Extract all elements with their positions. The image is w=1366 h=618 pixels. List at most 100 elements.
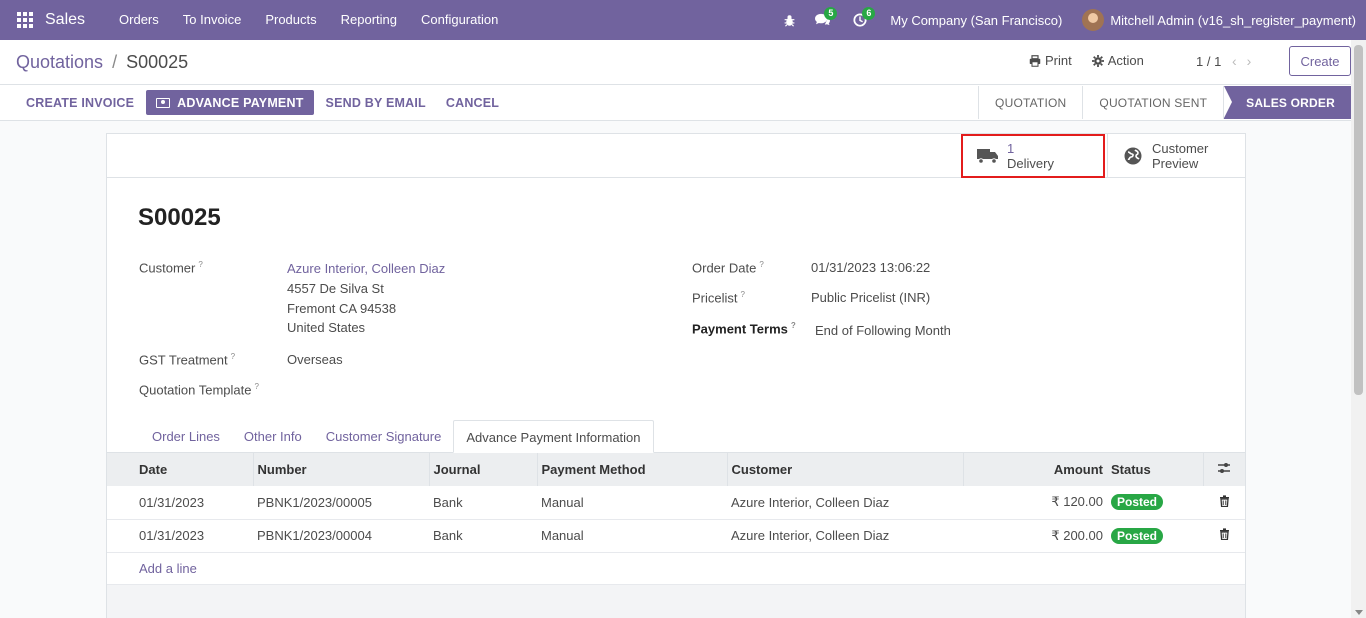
stage-quotation-sent[interactable]: QUOTATION SENT xyxy=(1082,86,1223,119)
form-sheet: 1 Delivery Customer Preview S00025 Custo… xyxy=(106,133,1246,618)
page-scrollbar[interactable] xyxy=(1351,40,1366,618)
sheet-bottom-area xyxy=(107,585,1245,618)
cell-amount: ₹ 120.00 xyxy=(963,486,1107,520)
truck-icon xyxy=(977,148,999,164)
menu-products[interactable]: Products xyxy=(253,0,328,40)
pricelist-value[interactable]: Public Pricelist (INR) xyxy=(811,290,930,305)
delivery-count: 1 xyxy=(1007,141,1015,156)
delete-row-icon[interactable] xyxy=(1203,486,1245,520)
add-a-line-link[interactable]: Add a line xyxy=(139,561,197,576)
advance-payment-label: ADVANCE PAYMENT xyxy=(177,95,304,110)
optional-columns-icon[interactable] xyxy=(1202,453,1245,486)
gst-treatment-value[interactable]: Overseas xyxy=(287,352,343,367)
pager-value[interactable]: 1 / 1 xyxy=(1196,54,1221,69)
preview-line1: Customer xyxy=(1152,141,1209,156)
pager-next-icon[interactable]: › xyxy=(1247,53,1252,69)
pager-nav: ‹ › xyxy=(1232,53,1251,69)
advance-payments-table: Date Number Journal Payment Method Custo… xyxy=(107,453,1245,585)
cell-method: Manual xyxy=(537,486,727,520)
app-name[interactable]: Sales xyxy=(45,11,85,29)
print-button[interactable]: Print xyxy=(1029,53,1072,68)
stage-sales-order[interactable]: SALES ORDER xyxy=(1223,86,1351,119)
delete-row-icon[interactable] xyxy=(1203,519,1245,553)
tab-customer-signature[interactable]: Customer Signature xyxy=(314,420,454,453)
navbar-systray: 5 6 My Company (San Francisco) Mitchell … xyxy=(783,0,1366,40)
notebook-tabs: Order Lines Other Info Customer Signatur… xyxy=(140,420,654,453)
address-line2: Fremont CA 94538 xyxy=(287,301,397,316)
print-icon xyxy=(1029,54,1041,67)
help-mark: ? xyxy=(790,321,796,330)
cell-customer: Azure Interior, Colleen Diaz xyxy=(727,486,963,520)
messages-badge: 5 xyxy=(824,7,838,20)
col-status[interactable]: Status xyxy=(1107,453,1203,486)
help-mark: ? xyxy=(740,290,745,299)
quotation-template-label: Quotation Template? xyxy=(139,382,259,398)
tab-advance-payment-information[interactable]: Advance Payment Information xyxy=(453,420,654,453)
help-mark: ? xyxy=(254,382,259,391)
breadcrumb: Quotations / S00025 xyxy=(16,52,188,73)
create-button[interactable]: Create xyxy=(1289,46,1351,76)
help-mark: ? xyxy=(198,260,203,269)
payment-terms-label: Payment Terms? xyxy=(692,321,796,337)
delivery-smart-button[interactable]: 1 Delivery xyxy=(961,134,1105,178)
gst-treatment-label: GST Treatment? xyxy=(139,352,236,368)
cell-date: 01/31/2023 xyxy=(107,519,253,553)
delivery-label: Delivery xyxy=(1007,156,1054,171)
messages-icon[interactable]: 5 xyxy=(814,0,838,40)
menu-to-invoice[interactable]: To Invoice xyxy=(171,0,254,40)
cell-status: Posted xyxy=(1107,519,1203,553)
apps-menu-icon[interactable] xyxy=(17,12,33,28)
table-row[interactable]: 01/31/2023 PBNK1/2023/00005 Bank Manual … xyxy=(107,486,1245,520)
cancel-button[interactable]: CANCEL xyxy=(436,90,509,115)
cell-customer: Azure Interior, Colleen Diaz xyxy=(727,519,963,553)
gear-icon xyxy=(1091,54,1104,67)
advance-payment-button[interactable]: ADVANCE PAYMENT xyxy=(146,90,314,115)
money-icon xyxy=(156,97,171,108)
preview-line2: Preview xyxy=(1152,156,1199,171)
main-menu: Orders To Invoice Products Reporting Con… xyxy=(107,0,510,40)
cell-amount: ₹ 200.00 xyxy=(963,519,1107,553)
col-customer[interactable]: Customer xyxy=(726,453,963,486)
scrollbar-thumb[interactable] xyxy=(1354,45,1363,395)
activities-clock-icon[interactable]: 6 xyxy=(853,0,876,40)
action-button[interactable]: Action xyxy=(1091,53,1144,68)
create-invoice-button[interactable]: CREATE INVOICE xyxy=(16,90,144,115)
stage-quotation[interactable]: QUOTATION xyxy=(978,86,1082,119)
order-date-value[interactable]: 01/31/2023 13:06:22 xyxy=(811,260,930,275)
breadcrumb-separator: / xyxy=(112,52,118,72)
col-journal[interactable]: Journal xyxy=(428,453,537,486)
col-amount[interactable]: Amount xyxy=(962,453,1107,486)
pager-prev-icon[interactable]: ‹ xyxy=(1232,53,1237,69)
debug-bug-icon[interactable] xyxy=(783,0,796,40)
cell-date: 01/31/2023 xyxy=(107,486,253,520)
customer-preview-smart-button[interactable]: Customer Preview xyxy=(1107,134,1245,178)
col-payment-method[interactable]: Payment Method xyxy=(536,453,727,486)
control-panel: Quotations / S00025 Print Action 1 / 1 ‹… xyxy=(0,40,1366,85)
menu-reporting[interactable]: Reporting xyxy=(329,0,409,40)
breadcrumb-quotations[interactable]: Quotations xyxy=(16,52,103,72)
payment-terms-value[interactable]: End of Following Month xyxy=(815,323,951,338)
tab-other-info[interactable]: Other Info xyxy=(232,420,314,453)
send-by-email-button[interactable]: SEND BY EMAIL xyxy=(316,90,436,115)
status-badge: Posted xyxy=(1111,527,1164,544)
menu-orders[interactable]: Orders xyxy=(107,0,171,40)
address-line3: United States xyxy=(287,320,366,335)
cell-journal: Bank xyxy=(429,486,537,520)
col-number[interactable]: Number xyxy=(252,453,429,486)
company-switcher[interactable]: My Company (San Francisco) xyxy=(890,13,1062,28)
col-date[interactable]: Date xyxy=(107,453,253,486)
cp-actions: Print Action xyxy=(1029,53,1144,68)
table-row[interactable]: 01/31/2023 PBNK1/2023/00004 Bank Manual … xyxy=(107,519,1245,553)
record-title: S00025 xyxy=(138,204,221,231)
header-buttons: CREATE INVOICE ADVANCE PAYMENT SEND BY E… xyxy=(16,90,509,115)
cell-method: Manual xyxy=(537,519,727,553)
menu-configuration[interactable]: Configuration xyxy=(409,0,510,40)
top-navbar: Sales Orders To Invoice Products Reporti… xyxy=(0,0,1366,40)
user-menu[interactable]: Mitchell Admin (v16_sh_register_payment) xyxy=(1082,9,1356,31)
customer-link[interactable]: Azure Interior, Colleen Diaz xyxy=(287,261,445,276)
print-label: Print xyxy=(1045,53,1072,68)
order-date-label: Order Date? xyxy=(692,260,764,276)
tab-order-lines[interactable]: Order Lines xyxy=(140,420,232,453)
customer-label: Customer? xyxy=(139,260,203,276)
scroll-down-arrow-icon[interactable] xyxy=(1355,610,1363,615)
